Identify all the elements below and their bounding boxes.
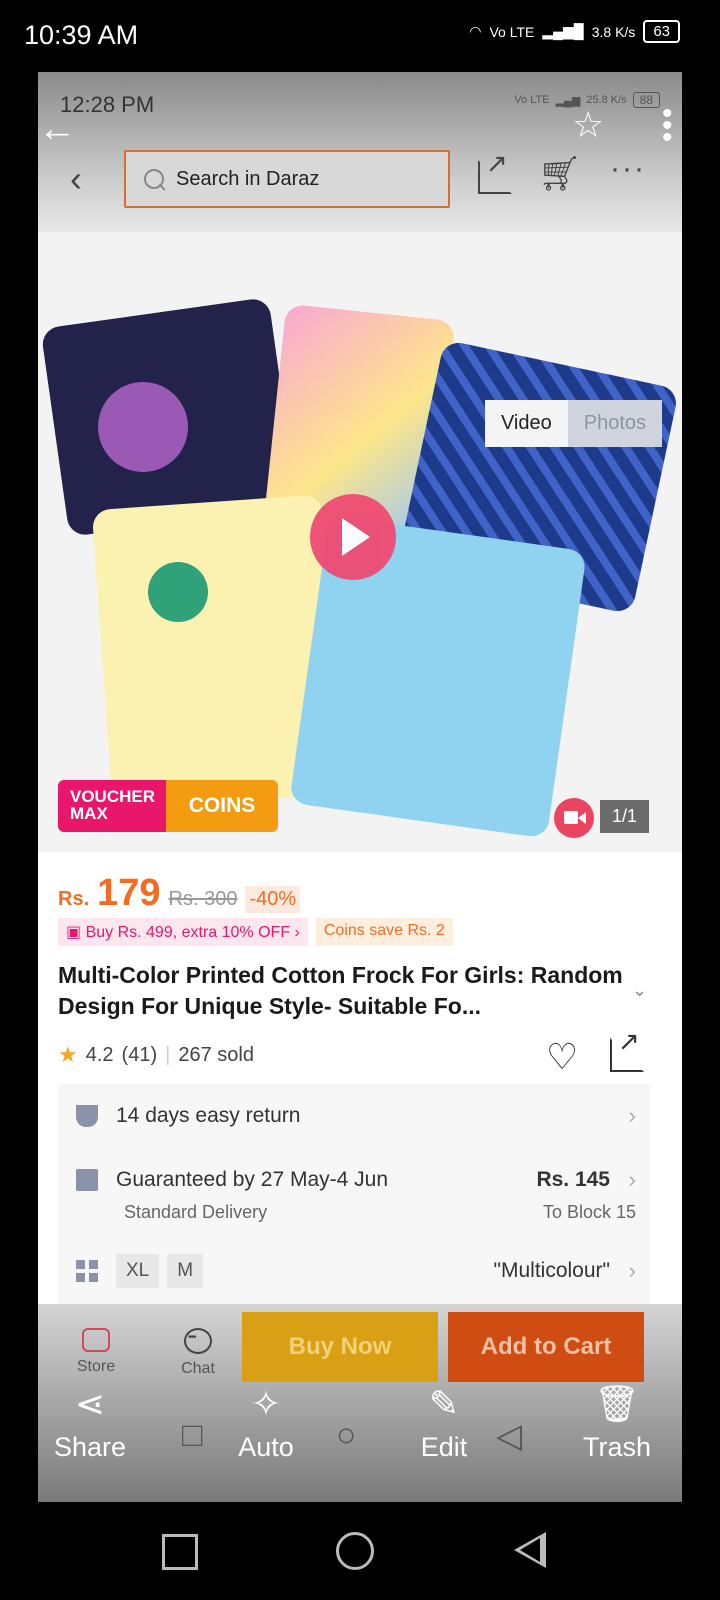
- delivery-type: Standard Delivery: [124, 1202, 268, 1222]
- voucher-max-label: VOUCHER MAX: [58, 780, 166, 832]
- product-image-floral-accent: [98, 382, 188, 472]
- star-icon[interactable]: ☆: [572, 104, 604, 146]
- edit-action[interactable]: ✎ Edit: [404, 1384, 484, 1463]
- system-status: ◠ Vo LTE ▂▄▆█ 3.8 K/s 63: [469, 20, 680, 43]
- inner-battery: 88: [632, 92, 660, 108]
- inner-nav-circle-icon: ○: [336, 1416, 357, 1454]
- grid-icon: [76, 1260, 98, 1282]
- media-toggle: Video Photos: [484, 400, 662, 447]
- play-button[interactable]: [310, 494, 396, 580]
- product-image-teddy-accent: [148, 562, 208, 622]
- coins-label: COINS: [166, 780, 278, 832]
- search-placeholder: Search in Daraz: [176, 167, 320, 190]
- store-label: Store: [76, 1358, 116, 1375]
- cart-icon[interactable]: 🛒︎: [538, 154, 581, 194]
- return-row[interactable]: 14 days easy return ›: [58, 1103, 650, 1128]
- recent-apps-button[interactable]: [162, 1534, 198, 1570]
- currency: Rs.: [58, 888, 90, 910]
- size-chip[interactable]: XL: [116, 1254, 160, 1288]
- info-card: 14 days easy return › Guaranteed by 27 M…: [58, 1084, 650, 1304]
- chevron-down-icon[interactable]: ⌄: [632, 980, 647, 1001]
- trash-label: Trash: [582, 1432, 651, 1462]
- rating-value: 4.2: [85, 1043, 114, 1066]
- add-to-cart-button[interactable]: Add to Cart: [448, 1312, 644, 1382]
- store-button[interactable]: Store: [66, 1328, 126, 1376]
- back-arrow-icon[interactable]: ←: [38, 108, 76, 151]
- media-counter: 1/1: [600, 800, 650, 833]
- product-title: Multi-Color Printed Cotton Frock For Gir…: [58, 962, 623, 1019]
- signal-icon: ▂▄▆█: [542, 23, 584, 39]
- system-time: 10:39 AM: [24, 20, 139, 50]
- old-price: Rs. 300: [168, 888, 238, 910]
- home-button[interactable]: [336, 1532, 374, 1570]
- share-icon[interactable]: [478, 148, 512, 194]
- more-horizontal-icon[interactable]: ···: [610, 152, 646, 186]
- tab-video[interactable]: Video: [484, 400, 568, 447]
- color-value: "Multicolour": [493, 1259, 610, 1282]
- shield-icon: [76, 1105, 98, 1127]
- inner-network: Vo LTE: [514, 94, 550, 106]
- search-input[interactable]: Search in Daraz: [124, 150, 450, 208]
- chat-icon: [184, 1328, 212, 1354]
- chat-button[interactable]: Chat: [168, 1328, 228, 1378]
- trash-icon: 🗑︎: [594, 1383, 640, 1424]
- chat-label: Chat: [181, 1360, 215, 1377]
- voucher-coins-badge[interactable]: VOUCHER MAX COINS: [58, 780, 278, 832]
- brush-icon: ✎: [428, 1383, 460, 1424]
- screenshot-preview: 12:28 PM Vo LTE ▂▄▆ 25.8 K/s 88 ← ☆ • • • …: [38, 72, 682, 1502]
- inner-nav-back-icon: ◁: [496, 1417, 523, 1455]
- promo-offer[interactable]: ▣ Buy Rs. 499, extra 10% OFF ›: [58, 918, 308, 946]
- inner-nav-square-icon: □: [182, 1416, 203, 1454]
- share-label: Share: [53, 1432, 127, 1462]
- delivery-price: Rs. 145: [536, 1168, 610, 1191]
- price: 179: [97, 872, 161, 914]
- chevron-left-icon[interactable]: ‹: [70, 158, 82, 200]
- delivery-text: Guaranteed by 27 May-4 Jun: [116, 1168, 388, 1191]
- size-chip[interactable]: M: [167, 1254, 204, 1288]
- share-nodes-icon: ⋖: [74, 1383, 106, 1424]
- video-camera-icon[interactable]: [554, 798, 594, 838]
- promo-row: ▣ Buy Rs. 499, extra 10% OFF › Coins sav…: [58, 918, 453, 946]
- chevron-right-icon: ›: [628, 1167, 636, 1192]
- battery-indicator: 63: [643, 20, 680, 43]
- wifi-icon: ◠: [469, 23, 482, 39]
- network-label: Vo LTE: [489, 23, 535, 40]
- discount-badge: -40%: [245, 886, 301, 913]
- divider: |: [165, 1043, 171, 1066]
- return-text: 14 days easy return: [116, 1104, 301, 1127]
- delivery-row[interactable]: Guaranteed by 27 May-4 Jun Rs. 145 ›: [58, 1167, 650, 1192]
- share-action[interactable]: ⋖ Share: [50, 1384, 130, 1463]
- product-share-icon[interactable]: [610, 1026, 644, 1072]
- store-icon: [82, 1328, 110, 1352]
- promo-text: Buy Rs. 499, extra 10% OFF: [85, 924, 291, 941]
- delivery-destination: To Block 15: [542, 1202, 636, 1222]
- sold-count: 267 sold: [178, 1043, 254, 1066]
- search-icon: [144, 169, 164, 189]
- buy-now-button[interactable]: Buy Now: [242, 1312, 438, 1382]
- more-vertical-icon[interactable]: • • •: [662, 99, 673, 153]
- rating-star-icon: ★: [58, 1042, 78, 1067]
- tab-photos[interactable]: Photos: [567, 400, 662, 447]
- auto-label: Auto: [238, 1432, 294, 1462]
- gift-icon: [76, 1169, 98, 1191]
- edit-label: Edit: [420, 1432, 468, 1462]
- price-row: Rs. 179 Rs. 300 -40%: [58, 872, 301, 915]
- variant-row[interactable]: XL M "Multicolour" ›: [58, 1254, 650, 1288]
- chevron-right-icon: ›: [628, 1103, 636, 1128]
- auto-action[interactable]: ✧ Auto: [226, 1384, 306, 1463]
- back-button[interactable]: [514, 1532, 546, 1568]
- chevron-right-icon: ›: [628, 1258, 636, 1283]
- heart-icon[interactable]: ♡: [546, 1036, 578, 1078]
- magic-wand-icon: ✧: [250, 1383, 282, 1424]
- rating-count: (41): [121, 1043, 158, 1066]
- rating-row[interactable]: ★ 4.2 (41) | 267 sold: [58, 1042, 254, 1068]
- trash-action[interactable]: 🗑︎ Trash: [572, 1384, 662, 1463]
- coins-save-badge[interactable]: Coins save Rs. 2: [315, 918, 453, 946]
- speed-label: 3.8 K/s: [591, 23, 636, 40]
